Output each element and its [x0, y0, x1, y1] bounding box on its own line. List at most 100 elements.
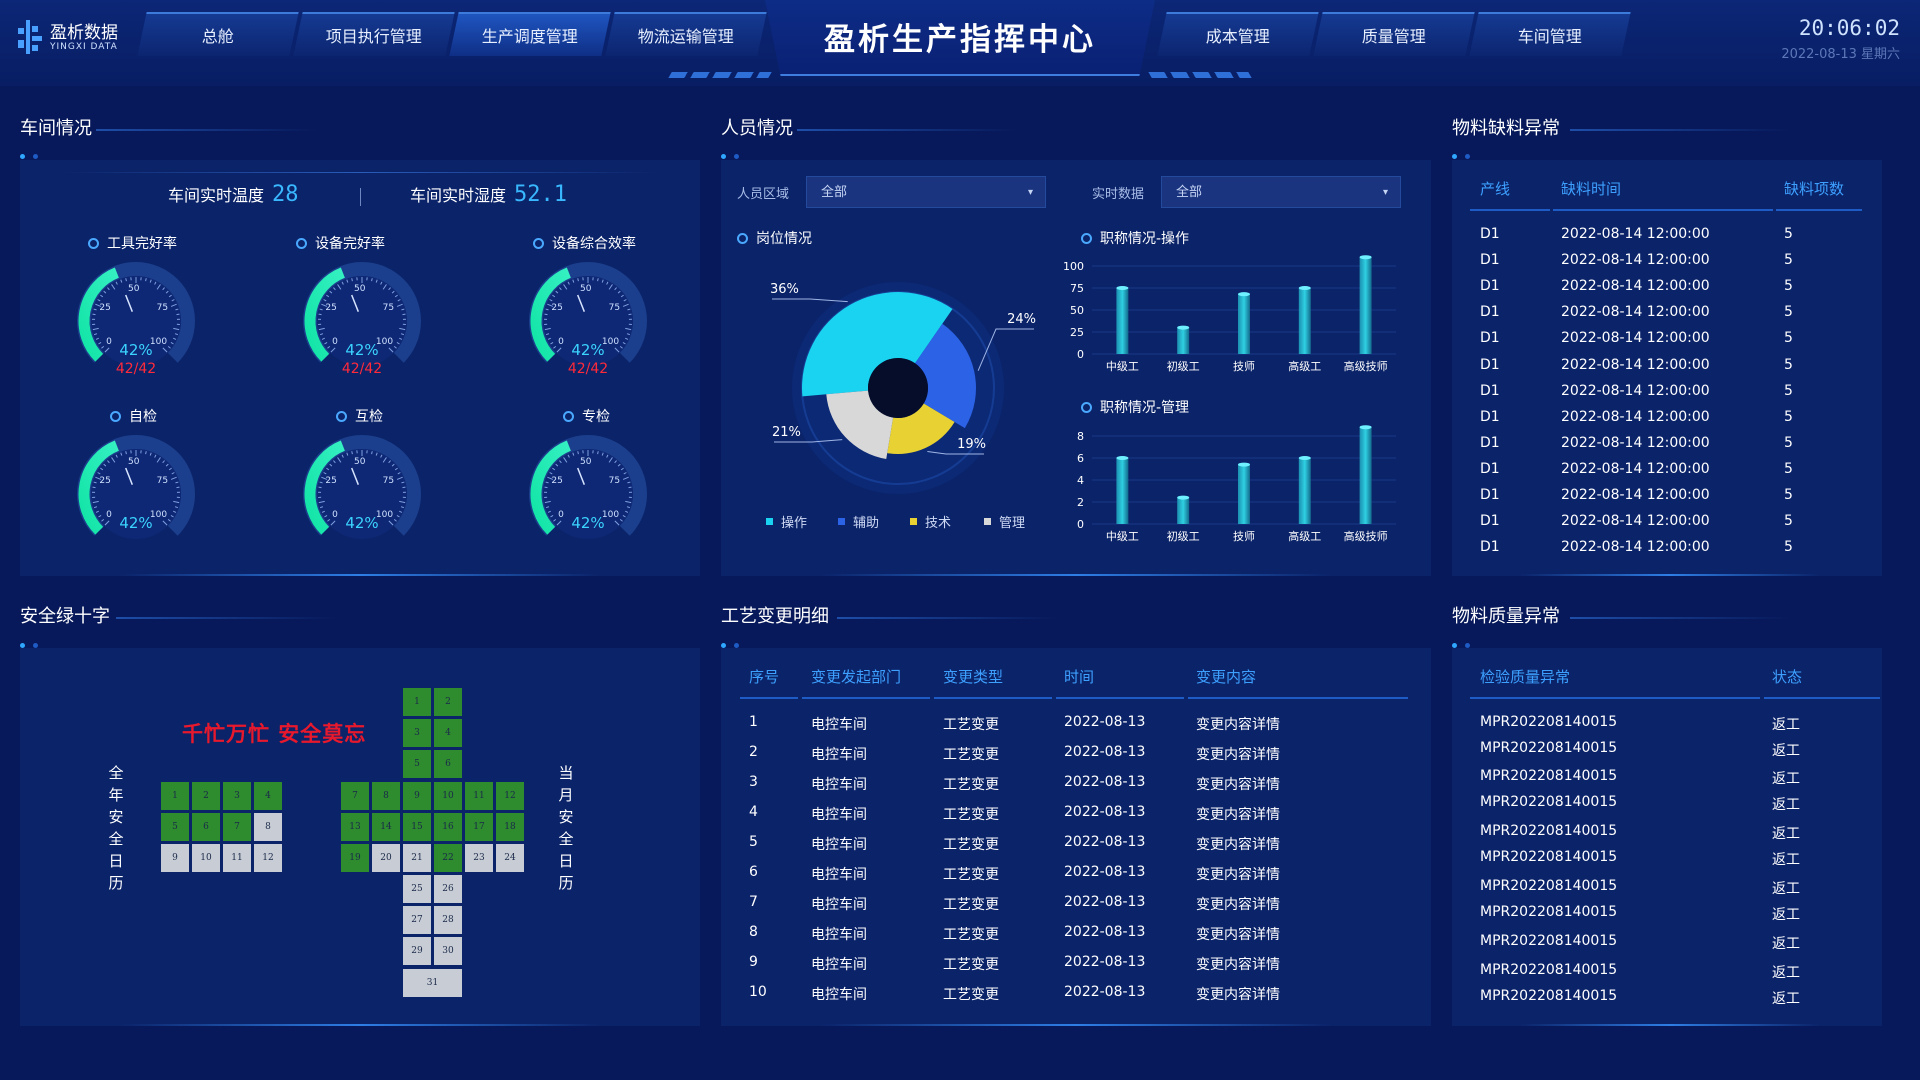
table-cell: 2022-08-13	[1064, 864, 1146, 880]
gauge-tick-label: 75	[608, 303, 621, 314]
realtime-select[interactable]: 全部 ▾	[1161, 176, 1401, 208]
month-calendar-cell: 29	[402, 936, 432, 966]
table-cell: 2022-08-14 12:00:00	[1561, 226, 1710, 242]
gauge-tick-label: 75	[382, 303, 395, 314]
x-tick-label: 中级工	[1106, 530, 1139, 543]
bullet-icon	[110, 410, 121, 422]
bar-cap	[1177, 325, 1190, 330]
table-cell: 2022-08-13	[1064, 774, 1146, 790]
x-tick-label: 高级工	[1288, 359, 1321, 373]
y-tick-label: 75	[1070, 282, 1084, 295]
pie-legend-item[interactable]: 管理	[984, 512, 1025, 531]
gauge-percent: 42%	[119, 514, 153, 532]
table-cell: MPR202208140015	[1480, 962, 1618, 978]
table-cell: D1	[1480, 487, 1500, 503]
year-calendar-cell: 2	[191, 781, 221, 811]
table-cell: 工艺变更	[943, 747, 999, 763]
gauge-tick	[577, 278, 579, 282]
gauge-percent: 42%	[345, 341, 379, 359]
tab-project-execution[interactable]: 项目执行管理	[293, 12, 455, 56]
area-select[interactable]: 全部 ▾	[806, 176, 1046, 208]
table-header-underline	[802, 697, 930, 699]
bar	[1359, 257, 1372, 354]
quality-header-status: 状态	[1772, 668, 1803, 686]
logo-icon	[18, 20, 42, 54]
pie-legend-item[interactable]: 技术	[910, 512, 951, 531]
tab-cost[interactable]: 成本管理	[1157, 12, 1319, 56]
table-cell: 变更内容详情	[1196, 867, 1280, 883]
gauge-label: 互检	[336, 406, 383, 426]
table-cell: 5	[1784, 304, 1793, 321]
year-calendar-cell: 5	[160, 812, 190, 842]
chevron-down-icon: ▾	[1027, 187, 1033, 198]
table-cell: MPR202208140015	[1480, 714, 1618, 730]
y-tick-label: 0	[1077, 518, 1084, 531]
table-cell: D1	[1480, 304, 1500, 321]
table-cell: 工艺变更	[943, 777, 999, 793]
month-calendar-cell: 11	[464, 781, 494, 811]
tab-production-dispatch[interactable]: 生产调度管理	[449, 12, 611, 56]
table-cell: 电控车间	[811, 717, 867, 733]
table-cell: MPR202208140015	[1480, 933, 1618, 949]
table-cell: 返工	[1772, 991, 1800, 1007]
bar-cap	[1298, 286, 1311, 290]
table-cell: 返工	[1772, 826, 1800, 842]
bar-chart-operation-title: 职称情况-操作	[1081, 228, 1189, 248]
process-header-type: 变更类型	[943, 668, 1004, 686]
management-title-bar-chart: 0 2 4 6 8 中级工 初级工 技师 高级工 高级技师	[1077, 425, 1396, 543]
gauge-tick-label: 50	[128, 284, 140, 294]
bullet-icon	[88, 237, 99, 249]
table-cell: 5	[1784, 487, 1793, 503]
month-calendar-cell: 2	[433, 687, 463, 717]
tab-overview[interactable]: 总舱	[137, 12, 299, 56]
month-calendar-cell: 23	[464, 843, 494, 873]
table-cell: 电控车间	[811, 777, 867, 793]
table-cell: 工艺变更	[943, 987, 999, 1003]
table-cell: 9	[749, 954, 758, 970]
gauge-label: 自检	[110, 406, 157, 426]
pie-legend-item[interactable]: 操作	[766, 512, 807, 531]
month-calendar-cell: 24	[495, 843, 525, 873]
pie-data-label: 21%	[772, 425, 801, 440]
table-cell: 返工	[1772, 965, 1800, 981]
pie-legend-item[interactable]: 辅助	[838, 512, 879, 531]
material-shortage-section-title: 物料缺料异常	[1452, 118, 1560, 139]
tab-quality[interactable]: 质量管理	[1313, 12, 1475, 56]
humidity-metric: 车间实时湿度 52.1	[410, 182, 567, 207]
table-cell: 2022-08-13	[1064, 954, 1146, 970]
tab-workshop[interactable]: 车间管理	[1469, 12, 1631, 56]
process-header-time: 时间	[1064, 668, 1095, 686]
table-cell: 5	[1784, 252, 1793, 269]
table-cell: 工艺变更	[943, 897, 999, 913]
bar	[1116, 288, 1129, 354]
table-cell: 2022-08-14 12:00:00	[1561, 278, 1710, 295]
month-calendar-cell: 9	[402, 781, 432, 811]
year-calendar-cell: 4	[253, 781, 283, 811]
table-cell: 10	[749, 984, 767, 1000]
clock-date: 2022-08-13 星期六	[1781, 47, 1900, 62]
month-calendar-cell: 21	[402, 843, 432, 873]
pie-center	[868, 358, 928, 418]
table-cell: 电控车间	[811, 897, 867, 913]
table-cell: 返工	[1772, 852, 1800, 868]
month-calendar-cell: 13	[340, 812, 370, 842]
bar-cap	[1298, 456, 1311, 460]
gauge-tick	[371, 451, 373, 455]
month-calendar-cell: 25	[402, 874, 432, 904]
shortage-header-line: 产线	[1480, 180, 1511, 198]
panel-bottom-glow	[821, 574, 1331, 576]
pie-leader-line	[772, 298, 848, 303]
gauge: 0 25 50 75 100 42% 42/42	[520, 257, 656, 377]
table-cell: 2022-08-14 12:00:00	[1561, 434, 1710, 451]
month-calendar-cell: 22	[433, 843, 463, 873]
section-title-dots	[20, 144, 60, 159]
tab-logistics[interactable]: 物流运输管理	[605, 12, 767, 56]
pie-data-label: 24%	[1007, 312, 1036, 327]
legend-swatch	[910, 518, 917, 525]
gauge-tick	[351, 451, 353, 455]
table-cell: 返工	[1772, 717, 1800, 733]
section-title-line	[837, 617, 1057, 619]
table-cell: 5	[1784, 226, 1793, 242]
metric-separator	[360, 188, 361, 206]
bullet-icon	[336, 410, 347, 422]
